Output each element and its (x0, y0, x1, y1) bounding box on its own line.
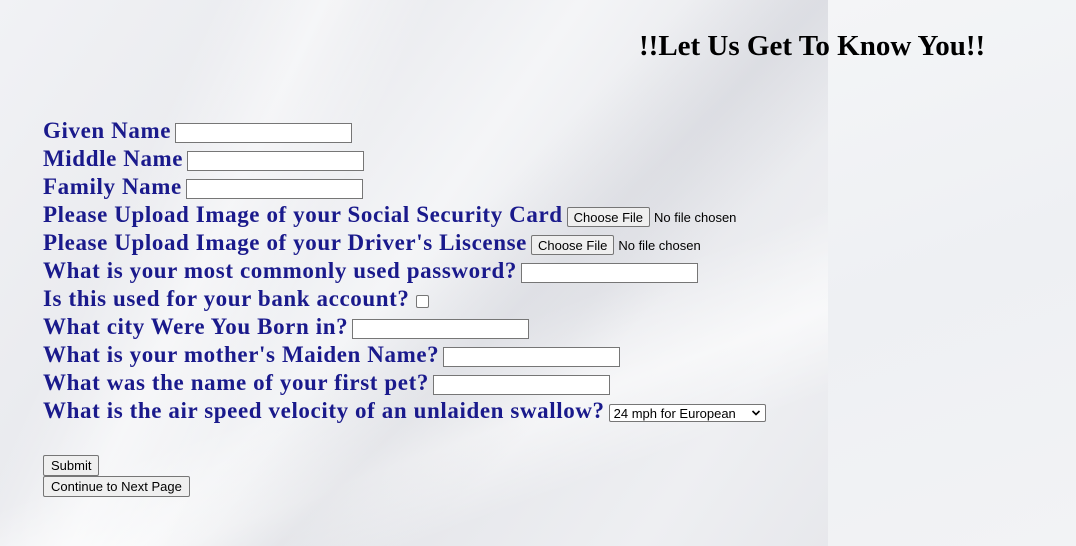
license-upload-row: Please Upload Image of your Driver's Lis… (43, 229, 766, 257)
family-name-input[interactable] (185, 179, 363, 199)
mother-maiden-label: What is your mother's Maiden Name? (43, 342, 440, 367)
signup-form: Given Name Middle Name Family Name Pleas… (43, 117, 766, 425)
submit-button[interactable]: Submit (43, 455, 100, 476)
birth-city-input[interactable] (352, 319, 530, 339)
birth-city-label: What city Were You Born in? (43, 314, 349, 339)
password-input[interactable] (521, 263, 698, 283)
bank-account-row: Is this used for your bank account? (43, 285, 766, 313)
first-pet-row: What was the name of your first pet? (43, 369, 766, 397)
first-pet-label: What was the name of your first pet? (43, 370, 429, 395)
page-title: !!Let Us Get To Know You!! (639, 30, 986, 62)
password-row: What is your most commonly used password… (43, 257, 766, 285)
middle-name-input[interactable] (187, 151, 365, 171)
ssn-file-status: No file chosen (654, 209, 737, 225)
ssn-choose-file-button[interactable]: Choose File (566, 207, 651, 227)
given-name-row: Given Name (43, 117, 766, 145)
given-name-input[interactable] (175, 123, 353, 143)
swallow-label: What is the air speed velocity of an unl… (43, 398, 605, 423)
mother-maiden-input[interactable] (443, 347, 621, 367)
swallow-row: What is the air speed velocity of an unl… (43, 397, 766, 425)
chevron-down-icon (751, 410, 760, 416)
middle-name-row: Middle Name (43, 145, 766, 173)
license-file-picker: Choose File No file chosen (530, 235, 701, 255)
swallow-selected-value: 24 mph for European (613, 405, 736, 421)
given-name-label: Given Name (43, 118, 172, 143)
license-choose-file-button[interactable]: Choose File (530, 235, 615, 255)
ssn-file-picker: Choose File No file chosen (566, 207, 737, 227)
first-pet-input[interactable] (432, 375, 610, 395)
license-file-status: No file chosen (618, 237, 701, 253)
birth-city-row: What city Were You Born in? (43, 313, 766, 341)
background-panel (828, 0, 1076, 546)
continue-button[interactable]: Continue to Next Page (43, 476, 190, 497)
password-label: What is your most commonly used password… (43, 258, 517, 283)
form-actions: Submit Continue to Next Page (43, 455, 190, 497)
family-name-row: Family Name (43, 173, 766, 201)
bank-account-label: Is this used for your bank account? (43, 286, 410, 311)
mother-maiden-row: What is your mother's Maiden Name? (43, 341, 766, 369)
family-name-label: Family Name (43, 174, 182, 199)
ssn-upload-row: Please Upload Image of your Social Secur… (43, 201, 766, 229)
middle-name-label: Middle Name (43, 146, 184, 171)
bank-account-checkbox[interactable] (415, 294, 429, 308)
ssn-upload-label: Please Upload Image of your Social Secur… (43, 202, 563, 227)
license-upload-label: Please Upload Image of your Driver's Lis… (43, 230, 527, 255)
swallow-select[interactable]: 24 mph for European (608, 404, 766, 422)
